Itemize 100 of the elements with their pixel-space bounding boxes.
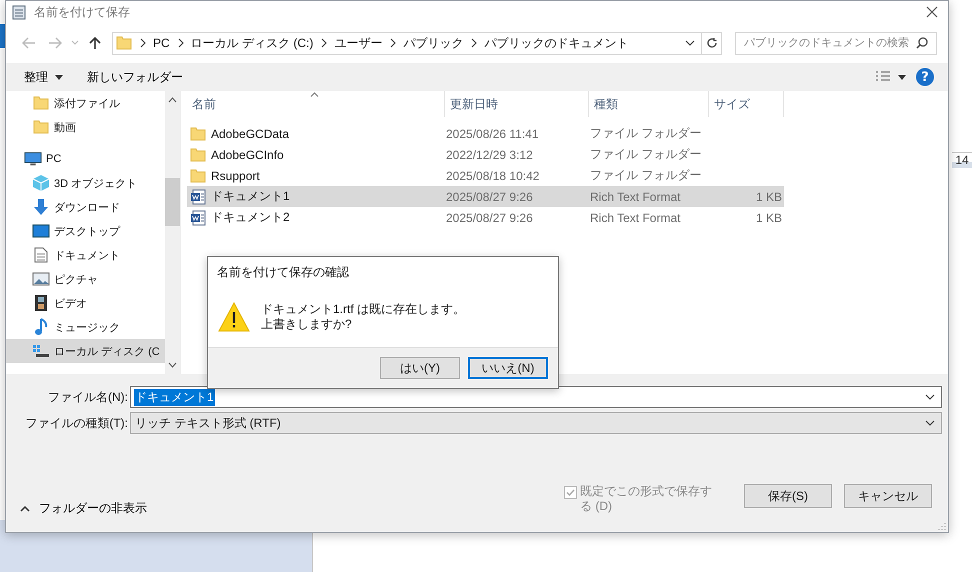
- chevron-icon: [139, 38, 146, 48]
- file-type: ファイル フォルダー: [590, 125, 702, 142]
- sidebar-item[interactable]: ドキュメント: [6, 243, 165, 267]
- folder-icon: [190, 148, 206, 162]
- folder-icon: [32, 120, 50, 134]
- file-date: 2025/08/27 9:26: [446, 210, 533, 224]
- close-icon: [926, 6, 938, 18]
- search-icon: [916, 37, 928, 49]
- breadcrumb-item[interactable]: ユーザー: [334, 34, 382, 52]
- document-icon: [32, 247, 50, 263]
- chevron-up-icon: [20, 504, 30, 512]
- left-arrow-icon: [22, 37, 36, 49]
- sidebar-item[interactable]: ミュージック: [6, 315, 165, 339]
- hide-folders-button[interactable]: フォルダーの非表示: [16, 498, 151, 518]
- sidebar-item[interactable]: 動画: [6, 115, 165, 139]
- dialog-button[interactable]: はい(Y): [380, 357, 460, 379]
- column-header[interactable]: 種類: [589, 91, 709, 117]
- dialog-button[interactable]: 保存(S): [744, 484, 832, 508]
- up-arrow-icon: [89, 36, 101, 50]
- breadcrumb-item[interactable]: PC: [153, 36, 170, 50]
- file-name: AdobeGCData: [211, 126, 290, 140]
- caret-icon: [55, 74, 63, 80]
- sidebar-item[interactable]: デスクトップ: [6, 219, 165, 243]
- message-text: ドキュメント1.rtf は既に存在します。: [261, 302, 466, 317]
- file-name: ドキュメント2: [211, 209, 290, 226]
- refresh-button[interactable]: [702, 32, 722, 54]
- drive-icon: [32, 344, 50, 358]
- search-field[interactable]: パブリックのドキュメントの検索: [735, 32, 937, 54]
- chevron-icon: [320, 38, 328, 48]
- new-folder-button[interactable]: 新しいフォルダー: [81, 66, 189, 88]
- word-document-icon: [190, 210, 206, 226]
- breadcrumb-item[interactable]: ローカル ディスク (C:): [190, 34, 314, 52]
- word-document-icon: [190, 188, 206, 204]
- sidebar-item[interactable]: ピクチャ: [6, 267, 165, 291]
- column-header[interactable]: サイズ: [709, 91, 784, 117]
- file-type-dropdown[interactable]: リッチ テキスト形式 (RTF): [130, 412, 942, 434]
- scrollbar-thumb[interactable]: [165, 178, 180, 226]
- file-size: 1 KB: [756, 190, 782, 204]
- column-header[interactable]: 名前: [187, 91, 445, 117]
- file-type: ファイル フォルダー: [590, 167, 702, 184]
- address-bar[interactable]: PC ローカル ディスク (C:) ユーザー パブリック パブリックのドキュメント: [112, 32, 702, 54]
- dialog-title: 名前を付けて保存の確認: [216, 264, 350, 281]
- file-row[interactable]: AdobeGCInfo 2022/12/29 3:12 ファイル フォルダー: [187, 144, 784, 165]
- sidebar-item[interactable]: ビデオ: [6, 291, 165, 315]
- dialog-button[interactable]: キャンセル: [844, 484, 932, 508]
- sidebar-item[interactable]: 添付ファイル: [6, 91, 165, 115]
- file-row[interactable]: ドキュメント2 2025/08/27 9:26 Rich Text Format 1 KB: [187, 207, 784, 228]
- dropdown-caret-icon: [925, 393, 935, 401]
- sidebar-item[interactable]: ダウンロード: [6, 195, 165, 219]
- dialog-button[interactable]: いいえ(N): [468, 357, 548, 379]
- window-title: 名前を付けて保存: [34, 4, 131, 20]
- file-date: 2025/08/18 10:42: [446, 168, 540, 182]
- field-label: ファイルの種類(T):: [24, 414, 129, 432]
- sort-caret-icon: [310, 92, 319, 97]
- chevron-icon: [176, 38, 184, 48]
- file-row[interactable]: AdobeGCData 2025/08/26 11:41 ファイル フォルダー: [187, 123, 784, 144]
- file-name: AdobeGCInfo: [211, 148, 284, 162]
- breadcrumb-item[interactable]: パブリックのドキュメント: [484, 34, 628, 52]
- column-header[interactable]: 更新日時: [445, 91, 589, 117]
- caret-icon: [71, 40, 79, 46]
- refresh-icon: [706, 37, 718, 49]
- monitor-icon: [24, 151, 42, 167]
- chevron-icon: [470, 38, 478, 48]
- field-label: ファイル名(N):: [47, 388, 129, 406]
- file-size: 1 KB: [756, 210, 782, 224]
- view-list-icon: [875, 71, 891, 83]
- right-arrow-icon: [48, 37, 62, 49]
- file-row[interactable]: Rsupport 2025/08/18 10:42 ファイル フォルダー: [187, 165, 784, 186]
- folder-icon: [116, 36, 132, 50]
- warning-icon: [218, 302, 250, 332]
- folder-icon: [190, 126, 206, 140]
- file-type: ファイル フォルダー: [590, 146, 702, 163]
- cube-icon: [32, 174, 50, 192]
- file-name: ドキュメント1: [211, 188, 290, 205]
- scroll-up-icon: [168, 97, 177, 103]
- help-button[interactable]: ?: [916, 68, 934, 86]
- caret-icon: [898, 74, 906, 80]
- file-row[interactable]: ドキュメント1 2025/08/27 9:26 Rich Text Format 1 KB: [187, 186, 784, 207]
- sidebar-item[interactable]: 3D オブジェクト: [6, 171, 165, 195]
- sidebar-item[interactable]: PC: [6, 147, 165, 171]
- file-date: 2022/12/29 3:12: [446, 148, 533, 162]
- file-type: Rich Text Format: [590, 210, 680, 224]
- message-text: 上書きしますか?: [261, 317, 353, 332]
- picture-icon: [32, 272, 50, 286]
- breadcrumb-item[interactable]: パブリック: [403, 34, 464, 52]
- chevron-icon: [389, 38, 396, 48]
- file-date: 2025/08/27 9:26: [446, 190, 533, 204]
- desktop-icon: [32, 224, 50, 238]
- music-note-icon: [32, 318, 50, 336]
- sidebar-item[interactable]: ローカル ディスク (C: [6, 339, 165, 363]
- organize-button[interactable]: 整理: [18, 66, 69, 88]
- file-name-field[interactable]: ドキュメント1: [130, 386, 942, 408]
- dropdown-caret-icon: [685, 39, 695, 47]
- file-name: Rsupport: [211, 168, 260, 182]
- film-icon: [32, 294, 50, 312]
- down-arrow-icon: [32, 198, 50, 216]
- folder-icon: [32, 96, 50, 110]
- folder-icon: [190, 168, 206, 182]
- scroll-down-icon: [168, 362, 177, 368]
- file-type: Rich Text Format: [590, 190, 680, 204]
